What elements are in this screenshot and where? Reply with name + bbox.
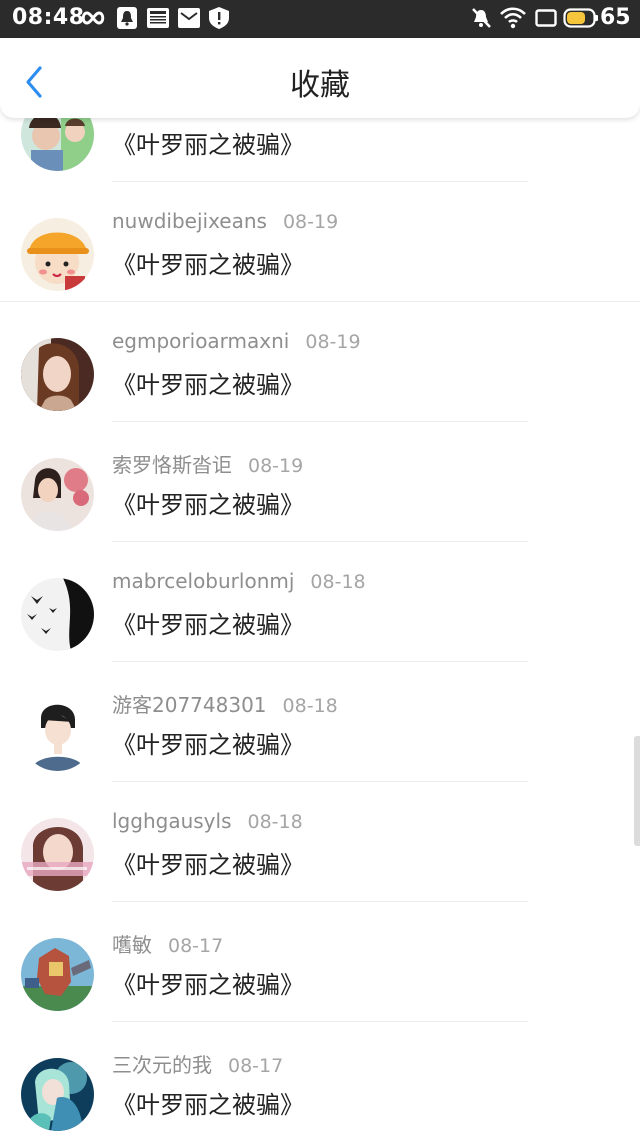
list-item[interactable]: 索罗恪斯沓讵 08-19 《叶罗丽之被骗》 (0, 422, 640, 542)
username[interactable]: 索罗恪斯沓讵 (112, 453, 232, 477)
favorites-list: 《叶罗丽之被骗》 nuwdibejixeans 08-19 《叶罗丽之被骗》 e… (0, 118, 640, 1138)
date: 08-19 (305, 331, 361, 353)
date: 08-18 (310, 571, 366, 593)
item-meta: mabrceloburlonmj 08-18 (112, 569, 366, 593)
date: 08-17 (228, 1055, 284, 1077)
avatar (21, 218, 94, 291)
item-meta: lgghgausyls 08-18 (112, 809, 303, 833)
avatar (21, 1058, 94, 1131)
list-item[interactable]: 《叶罗丽之被骗》 (0, 118, 640, 182)
item-title: 《叶罗丽之被骗》 (112, 491, 304, 519)
item-meta: 索罗恪斯沓讵 08-19 (112, 449, 303, 478)
date: 08-18 (282, 695, 338, 717)
app-header: 收藏 (0, 38, 640, 118)
avatar (21, 338, 94, 411)
infinity-icon (81, 11, 105, 25)
username[interactable]: 嚿敏 (112, 933, 152, 957)
list-item[interactable]: 嚿敏 08-17 《叶罗丽之被骗》 (0, 902, 640, 1022)
item-title: 《叶罗丽之被骗》 (112, 1091, 304, 1119)
battery-percent: 65 (600, 5, 631, 30)
wifi-icon (500, 7, 526, 29)
date: 08-17 (168, 935, 224, 957)
item-meta: 嚿敏 08-17 (112, 929, 223, 958)
item-meta: 游客207748301 08-18 (112, 689, 338, 718)
date: 08-18 (247, 811, 303, 833)
list-item[interactable]: 三次元的我 08-17 《叶罗丽之被骗》 (0, 1022, 640, 1138)
username[interactable]: lgghgausyls (112, 809, 231, 833)
avatar (21, 698, 94, 771)
date: 08-19 (248, 455, 304, 477)
item-meta: nuwdibejixeans 08-19 (112, 209, 338, 233)
username[interactable]: mabrceloburlonmj (112, 569, 294, 593)
item-title: 《叶罗丽之被骗》 (112, 611, 304, 639)
avatar (21, 118, 94, 171)
avatar (21, 938, 94, 1011)
notification-icon (117, 7, 137, 29)
mail-icon (178, 8, 200, 28)
avatar (21, 578, 94, 651)
page-title: 收藏 (290, 68, 350, 103)
status-time: 08:48 (12, 5, 85, 30)
item-title: 《叶罗丽之被骗》 (112, 731, 304, 759)
shield-icon (209, 7, 229, 29)
item-title: 《叶罗丽之被骗》 (112, 131, 304, 159)
item-title: 《叶罗丽之被骗》 (112, 851, 304, 879)
username[interactable]: 游客207748301 (112, 693, 267, 717)
item-title: 《叶罗丽之被骗》 (112, 971, 304, 999)
avatar (21, 458, 94, 531)
list-item[interactable]: 游客207748301 08-18 《叶罗丽之被骗》 (0, 662, 640, 782)
username[interactable]: nuwdibejixeans (112, 209, 267, 233)
list-item[interactable]: lgghgausyls 08-18 《叶罗丽之被骗》 (0, 782, 640, 902)
list-item[interactable]: nuwdibejixeans 08-19 《叶罗丽之被骗》 (0, 182, 640, 302)
news-icon (147, 8, 169, 28)
date: 08-19 (282, 211, 339, 233)
item-meta: egmporioarmaxni 08-19 (112, 329, 361, 353)
list-item[interactable]: egmporioarmaxni 08-19 《叶罗丽之被骗》 (0, 302, 640, 422)
status-bar: 08:48 65 (0, 0, 640, 38)
mute-icon (472, 8, 491, 28)
list-item[interactable]: mabrceloburlonmj 08-18 《叶罗丽之被骗》 (0, 542, 640, 662)
screen-icon (535, 9, 557, 27)
item-title: 《叶罗丽之被骗》 (112, 251, 304, 279)
battery-icon (563, 8, 598, 28)
scrollbar-handle[interactable] (634, 736, 640, 846)
username[interactable]: 三次元的我 (112, 1053, 212, 1077)
avatar (21, 818, 94, 891)
username[interactable]: egmporioarmaxni (112, 329, 289, 353)
item-meta: 三次元的我 08-17 (112, 1049, 283, 1078)
item-title: 《叶罗丽之被骗》 (112, 371, 304, 399)
